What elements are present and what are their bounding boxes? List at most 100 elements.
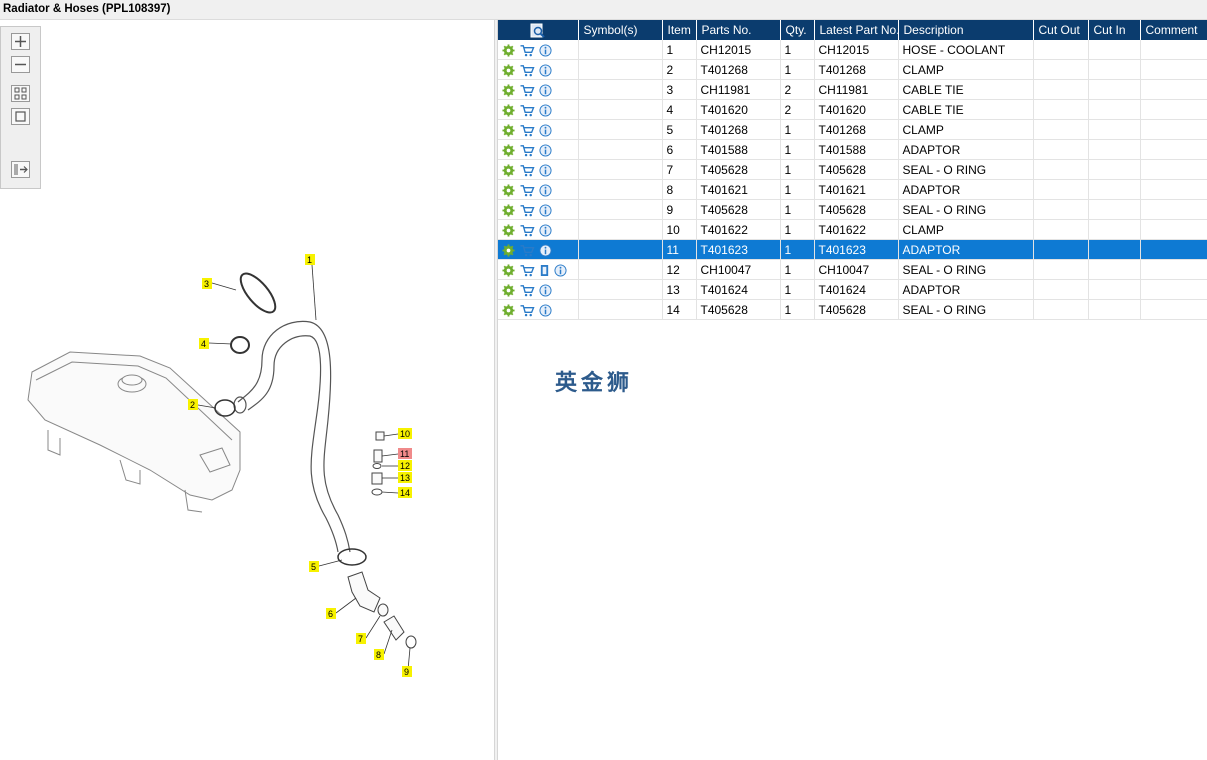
- info-icon[interactable]: [539, 124, 552, 137]
- gear-icon[interactable]: [502, 104, 515, 117]
- table-row[interactable]: 14 T405628 1 T405628 SEAL - O RING: [498, 299, 1207, 320]
- cart-icon[interactable]: [519, 144, 535, 157]
- fit-to-window-button[interactable]: [11, 85, 30, 102]
- info-icon[interactable]: [539, 204, 552, 217]
- svg-text:8: 8: [376, 650, 381, 660]
- table-row[interactable]: 5 T401268 1 T401268 CLAMP: [498, 119, 1207, 140]
- gear-icon[interactable]: [502, 224, 515, 237]
- info-icon[interactable]: [539, 84, 552, 97]
- gear-icon[interactable]: [502, 64, 515, 77]
- cart-icon[interactable]: [519, 244, 535, 257]
- gear-icon[interactable]: [502, 184, 515, 197]
- toggle-layout-button[interactable]: [11, 161, 30, 178]
- cut-in-cell: [1088, 139, 1141, 160]
- info-icon[interactable]: [539, 224, 552, 237]
- callout-6[interactable]: 6: [326, 608, 336, 619]
- table-row[interactable]: 1 CH12015 1 CH12015 HOSE - COOLANT: [498, 40, 1207, 60]
- column-header-symbols[interactable]: Symbol(s): [578, 20, 663, 40]
- callout-8[interactable]: 8: [374, 649, 384, 660]
- cart-icon[interactable]: [519, 124, 535, 137]
- gear-icon[interactable]: [502, 244, 515, 257]
- callout-3[interactable]: 3: [202, 278, 212, 289]
- cart-icon[interactable]: [519, 64, 535, 77]
- actual-size-button[interactable]: [11, 108, 30, 125]
- column-header-description[interactable]: Description: [898, 20, 1034, 40]
- gear-icon[interactable]: [502, 304, 515, 317]
- svg-text:2: 2: [190, 400, 195, 410]
- column-header-cut-in[interactable]: Cut In: [1088, 20, 1141, 40]
- table-row[interactable]: 11 T401623 1 T401623 ADAPTOR: [498, 239, 1207, 260]
- zoom-out-button[interactable]: [11, 56, 30, 73]
- qty-cell: 1: [780, 159, 815, 180]
- diagram-pane[interactable]: 1 3 4 2 5 6 7 8 9 10 11 12 13 14: [0, 20, 494, 760]
- parts-diagram[interactable]: 1 3 4 2 5 6 7 8 9 10 11 12 13 14: [0, 20, 494, 760]
- callout-7[interactable]: 7: [356, 633, 366, 644]
- gear-icon[interactable]: [502, 264, 515, 277]
- gear-icon[interactable]: [502, 124, 515, 137]
- cart-icon[interactable]: [519, 204, 535, 217]
- table-row[interactable]: 3 CH11981 2 CH11981 CABLE TIE: [498, 79, 1207, 100]
- table-row[interactable]: 4 T401620 2 T401620 CABLE TIE: [498, 99, 1207, 120]
- info-icon[interactable]: [539, 304, 552, 317]
- cut-in-cell: [1088, 59, 1141, 80]
- callout-13[interactable]: 13: [398, 472, 412, 483]
- column-header-item[interactable]: Item: [662, 20, 697, 40]
- cut-out-cell: [1033, 239, 1089, 260]
- table-row[interactable]: 8 T401621 1 T401621 ADAPTOR: [498, 179, 1207, 200]
- gear-icon[interactable]: [502, 44, 515, 57]
- info-icon[interactable]: [539, 64, 552, 77]
- gear-icon[interactable]: [502, 144, 515, 157]
- callout-10[interactable]: 10: [398, 428, 412, 439]
- column-header-search[interactable]: [498, 20, 579, 40]
- comment-cell: [1140, 99, 1207, 120]
- callout-9[interactable]: 9: [402, 666, 412, 677]
- callout-14[interactable]: 14: [398, 487, 412, 498]
- gear-icon[interactable]: [502, 204, 515, 217]
- table-row[interactable]: 12 CH10047 1 CH10047 SEAL - O RING: [498, 259, 1207, 280]
- info-icon[interactable]: [539, 104, 552, 117]
- cart-icon[interactable]: [519, 284, 535, 297]
- cut-out-cell: [1033, 299, 1089, 320]
- gear-icon[interactable]: [502, 84, 515, 97]
- cart-icon[interactable]: [519, 84, 535, 97]
- cart-icon[interactable]: [519, 224, 535, 237]
- gear-icon[interactable]: [502, 164, 515, 177]
- row-actions-cell: [498, 119, 579, 140]
- info-icon[interactable]: [539, 44, 552, 57]
- coolant-hose-drawing: [233, 320, 351, 553]
- document-icon[interactable]: [539, 264, 550, 277]
- table-row[interactable]: 13 T401624 1 T401624 ADAPTOR: [498, 279, 1207, 300]
- column-header-cut-out[interactable]: Cut Out: [1033, 20, 1089, 40]
- info-icon[interactable]: [539, 144, 552, 157]
- info-icon[interactable]: [539, 184, 552, 197]
- table-row[interactable]: 6 T401588 1 T401588 ADAPTOR: [498, 139, 1207, 160]
- callout-1[interactable]: 1: [305, 254, 315, 265]
- cart-icon[interactable]: [519, 44, 535, 57]
- item-cell: 2: [662, 59, 697, 80]
- info-icon[interactable]: [539, 284, 552, 297]
- zoom-in-button[interactable]: [11, 33, 30, 50]
- column-header-parts-no[interactable]: Parts No.: [696, 20, 781, 40]
- callout-12[interactable]: 12: [398, 460, 412, 471]
- info-icon[interactable]: [539, 164, 552, 177]
- table-row[interactable]: 7 T405628 1 T405628 SEAL - O RING: [498, 159, 1207, 180]
- callout-11[interactable]: 11: [398, 448, 412, 459]
- table-row[interactable]: 2 T401268 1 T401268 CLAMP: [498, 59, 1207, 80]
- column-header-latest-part-no[interactable]: Latest Part No.: [814, 20, 899, 40]
- table-row[interactable]: 10 T401622 1 T401622 CLAMP: [498, 219, 1207, 240]
- cart-icon[interactable]: [519, 104, 535, 117]
- callout-2[interactable]: 2: [188, 399, 198, 410]
- info-icon[interactable]: [539, 244, 552, 257]
- table-row[interactable]: 9 T405628 1 T405628 SEAL - O RING: [498, 199, 1207, 220]
- info-icon[interactable]: [554, 264, 567, 277]
- column-header-comment[interactable]: Comment: [1140, 20, 1207, 40]
- cart-icon[interactable]: [519, 184, 535, 197]
- cart-icon[interactable]: [519, 304, 535, 317]
- cart-icon[interactable]: [519, 164, 535, 177]
- callout-5[interactable]: 5: [309, 561, 319, 572]
- cart-icon[interactable]: [519, 264, 535, 277]
- gear-icon[interactable]: [502, 284, 515, 297]
- callout-4[interactable]: 4: [199, 338, 209, 349]
- column-header-qty[interactable]: Qty.: [780, 20, 815, 40]
- parts-no-cell: CH11981: [696, 79, 781, 100]
